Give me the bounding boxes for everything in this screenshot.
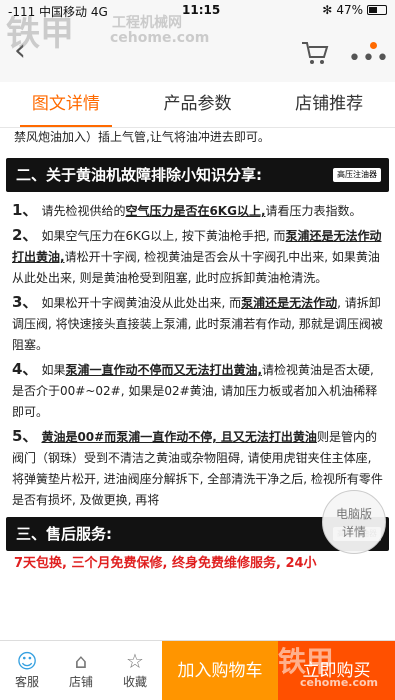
customer-service-label: 客服	[14, 675, 39, 689]
battery-percent: 47%	[336, 3, 363, 17]
favorite-button[interactable]: ☆ 收藏	[108, 641, 162, 700]
previous-text: 禁风炮油加入）插上气管,让气将油冲进去即可。	[14, 130, 270, 144]
tab-product-params[interactable]: 产品参数	[132, 82, 264, 127]
list-item: 5、 黄油是00#而泵浦一直作动不停, 且又无法打出黄油则是管内的阀门（钢珠）受到…	[12, 427, 383, 507]
section-banner-troubleshooting: 二、关于黄油机故障排除小知识分享: 高压注油器	[6, 158, 389, 192]
list-item: 1、 请先检视供给的空气压力是否在6KG以上,请看压力表指数。	[12, 201, 362, 219]
status-right: ✻ 47%	[322, 3, 387, 17]
notification-dot	[370, 42, 377, 49]
carrier-label: -111 中国移动 4G	[8, 5, 108, 19]
status-bar: -111 中国移动 4G 11:15 ✻ 47%	[0, 0, 395, 22]
tab-graphic-details[interactable]: 图文详情	[0, 82, 132, 127]
warranty-text: 7天包换, 三个月免费保修, 终身免费维修服务, 24小	[14, 556, 317, 571]
nav-bar: ‹ •••	[0, 22, 395, 82]
shop-icon: ⌂	[74, 649, 88, 673]
section-title: 二、关于黄油机故障排除小知识分享:	[16, 166, 263, 184]
detail-tabs: 图文详情 产品参数 店铺推荐	[0, 82, 395, 128]
customer-service-icon: ☺	[16, 649, 38, 673]
bottom-action-bar: ☺ 客服 ⌂ 店铺 ☆ 收藏 加入购物车 立即购买	[0, 640, 395, 700]
pc-badge-line2: 详情	[341, 525, 366, 539]
battery-icon	[367, 5, 387, 15]
list-item: 4、 如果泵浦一直作动不停而又无法打出黄油,请检视黄油是否太硬, 是否介于00#~…	[12, 360, 378, 419]
customer-service-button[interactable]: ☺ 客服	[0, 641, 54, 700]
clock: 11:15	[182, 3, 221, 17]
favorite-label: 收藏	[122, 675, 147, 689]
section-title: 三、售后服务:	[16, 525, 112, 543]
shop-button[interactable]: ⌂ 店铺	[54, 641, 108, 700]
more-icon[interactable]: •••	[348, 46, 390, 71]
back-icon[interactable]: ‹	[14, 36, 26, 66]
bluetooth-icon: ✻	[322, 3, 333, 17]
add-to-cart-button[interactable]: 加入购物车	[162, 641, 278, 700]
pc-version-button[interactable]: 电脑版 详情	[322, 490, 386, 554]
brand-label: 高压注油器	[333, 168, 381, 182]
detail-content[interactable]: 禁风炮油加入）插上气管,让气将油冲进去即可。 二、关于黄油机故障排除小知识分享:…	[0, 128, 395, 640]
list-item: 2、 如果空气压力在6KG以上, 按下黄油枪手把, 而泵浦还是无法作动打出黄油,请…	[12, 226, 382, 285]
buy-now-button[interactable]: 立即购买	[278, 641, 395, 700]
shop-label: 店铺	[68, 675, 93, 689]
cart-icon[interactable]	[300, 40, 330, 66]
star-icon: ☆	[126, 649, 144, 673]
list-item: 3、 如果松开十字阀黄油没从此处出来, 而泵浦还是无法作动, 请拆卸调压阀, 将快…	[12, 293, 383, 352]
tab-shop-recommend[interactable]: 店铺推荐	[263, 82, 395, 127]
troubleshooting-list: 1、 请先检视供给的空气压力是否在6KG以上,请看压力表指数。 2、 如果空气压力在…	[0, 192, 395, 511]
pc-badge-line1: 电脑版	[335, 507, 372, 521]
